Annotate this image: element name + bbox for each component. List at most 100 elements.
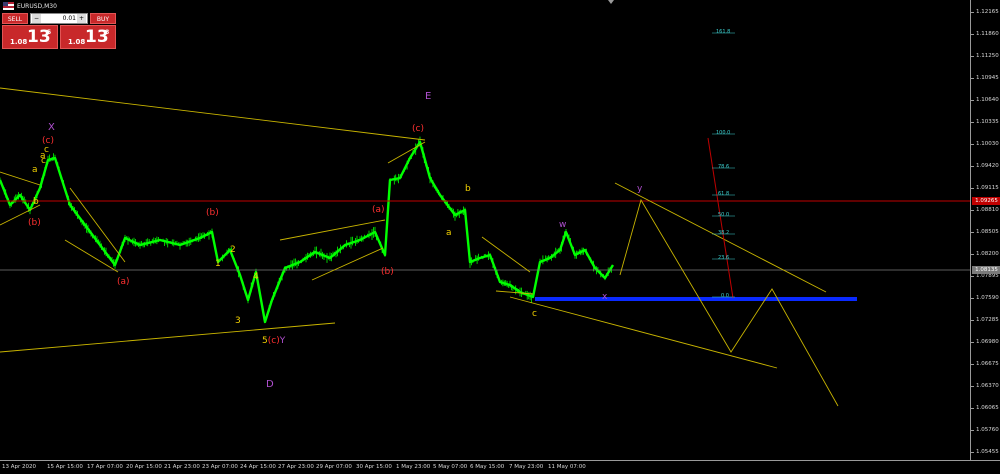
price-tick-mark [971,342,974,343]
price-tick-mark [971,320,974,321]
price-tick-mark [971,210,974,211]
wave-label-small-c: c [41,156,46,166]
wave-label-small-b: b [33,197,39,207]
sell-price-prefix: 1.08 [10,38,28,46]
price-tick-label: 1.06065 [976,405,999,411]
price-tick-mark [971,144,974,145]
wedge-line-3 [69,187,126,263]
price-tick-label: 1.11250 [976,53,999,59]
price-tick-label: 1.06675 [976,361,999,367]
time-tick-label: 17 Apr 07:00 [87,464,123,470]
time-tick-label: 30 Apr 15:00 [356,464,392,470]
time-tick-label: 13 Apr 2020 [2,464,37,470]
wave-label-b-may: b [465,184,471,194]
time-axis[interactable]: 13 Apr 2020 15 Apr 15:00 17 Apr 07:00 20 Ap… [0,460,1000,474]
fib-label-50: 50.0 [718,212,730,218]
wave-label-a-may: a [446,228,452,238]
time-tick-label: 6 May 15:00 [470,464,505,470]
price-tick-label: 1.05760 [976,427,999,433]
wave-label-y: y [637,184,643,194]
wave-label-cc: c [44,145,49,155]
wave-label-E: E [425,91,431,102]
price-tick-mark [971,430,974,431]
chart-canvas[interactable]: X E D (c) (c) (b) (b) (b) (a) (a) 1 2 3 … [0,0,970,460]
time-tick-label: 27 Apr 23:00 [278,464,314,470]
wave-label-4: 4 [253,272,259,282]
wedge-line-4 [64,239,119,273]
upper-channel-line [0,87,426,141]
wave-label-a2: (a) [372,205,385,215]
lot-decrease-button[interactable]: − [32,14,41,23]
price-tick-mark [971,56,974,57]
candle-series [0,136,615,324]
price-tick-mark [971,364,974,365]
fib-line[interactable] [707,137,734,299]
sell-button[interactable]: SELL [2,13,28,24]
time-tick-label: 29 Apr 07:00 [316,464,352,470]
time-tick-label: 23 Apr 07:00 [202,464,238,470]
time-tick-label: 24 Apr 15:00 [240,464,276,470]
symbol-title: EURUSD,M30 [17,2,57,10]
price-tick-mark [971,298,974,299]
price-tick-label: 1.08505 [976,229,999,235]
price-tick-label: 1.07590 [976,295,999,301]
sell-price-box[interactable]: 1.08 13 5 [2,25,58,49]
price-tick-label: 1.09115 [976,185,999,191]
sell-price-pip: 5 [47,29,52,36]
price-tick-mark [971,254,974,255]
wave-label-X: X [48,122,55,133]
price-tick-label: 1.10945 [976,75,999,81]
price-tick-label: 1.07285 [976,317,999,323]
price-axis[interactable]: 1.12165 1.11860 1.11250 1.10945 1.10640 1.103… [970,0,1000,460]
price-tick-label: 1.06980 [976,339,999,345]
price-tick-mark [971,408,974,409]
wave-label-3: 3 [235,316,241,326]
wave-label-a1: (a) [117,277,130,287]
wedge-line-7 [387,141,426,164]
price-tick-mark [971,122,974,123]
lot-increase-button[interactable]: + [77,14,86,23]
fib-label-1618: 161.8 [716,29,731,35]
price-tick-mark [971,78,974,79]
price-tick-label: 1.12165 [976,9,999,15]
chart-shift-marker[interactable] [608,0,614,4]
time-tick-label: 11 May 07:00 [548,464,586,470]
lot-size-stepper[interactable]: − + [30,13,88,24]
buy-button[interactable]: BUY [90,13,116,24]
price-tick-label: 1.10030 [976,141,999,147]
price-tick-label: 1.09420 [976,163,999,169]
fib-label-0: 0.0 [721,293,729,299]
resistance-price-badge: 1.09265 [972,197,1000,205]
time-tick-label: 20 Apr 15:00 [126,464,162,470]
fib-label-786: 78.6 [718,164,730,170]
price-tick-mark [971,232,974,233]
price-tick-label: 1.08810 [976,207,999,213]
time-tick-label: 7 May 23:00 [509,464,544,470]
time-tick-label: 21 Apr 23:00 [164,464,200,470]
chart-area[interactable]: X E D (c) (c) (b) (b) (b) (a) (a) 1 2 3 … [0,0,970,460]
price-tick-mark [971,188,974,189]
wave-label-b3: (b) [381,267,394,277]
price-tick-mark [971,386,974,387]
wave-label-1: 1 [215,259,221,269]
us-flag-icon [3,2,14,10]
buy-price-box[interactable]: 1.08 13 8 [60,25,116,49]
fib-label-100: 100.0 [716,130,731,136]
price-tick-label: 1.11860 [976,31,999,37]
price-tick-label: 1.08200 [976,251,999,257]
price-tick-label: 1.05455 [976,449,999,455]
wave-label-b1: (b) [28,218,41,228]
price-tick-label: 1.10640 [976,97,999,103]
buy-price-prefix: 1.08 [68,38,86,46]
chart-title: EURUSD,M30 [3,2,57,10]
fib-label-618: 61.8 [718,191,730,197]
trendlines[interactable] [0,87,839,407]
wave-label-D: D [266,379,274,390]
lot-size-input[interactable] [42,14,76,23]
price-tick-mark [971,166,974,167]
lower-wedge-line [509,296,778,369]
wave-label-c2: (c) [412,124,424,134]
wave-label-w: w [559,220,566,230]
price-tick-mark [971,34,974,35]
wave-label-x: x [602,292,608,302]
